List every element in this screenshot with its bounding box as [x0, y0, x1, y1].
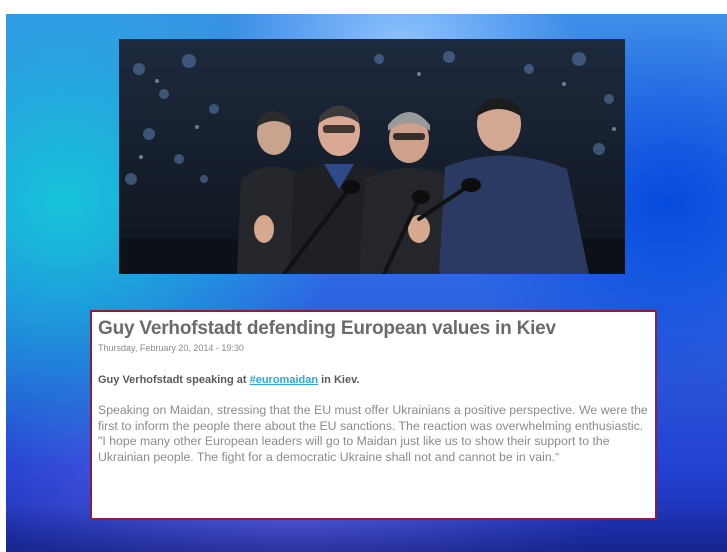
article-title: Guy Verhofstadt defending European value…	[98, 318, 556, 339]
article-lead: Guy Verhofstadt speaking at #euromaidan …	[98, 374, 648, 387]
article-card: Guy Verhofstadt defending European value…	[90, 310, 657, 520]
lead-text-before: Guy Verhofstadt speaking at	[98, 374, 250, 386]
lead-text-after: in Kiev.	[318, 374, 360, 386]
article-photo	[119, 39, 625, 274]
euromaidan-hashtag-link[interactable]: #euromaidan	[250, 374, 318, 386]
article-date: Thursday, February 20, 2014 - 19:30	[98, 343, 244, 353]
article-body: Speaking on Maidan, stressing that the E…	[98, 403, 648, 464]
